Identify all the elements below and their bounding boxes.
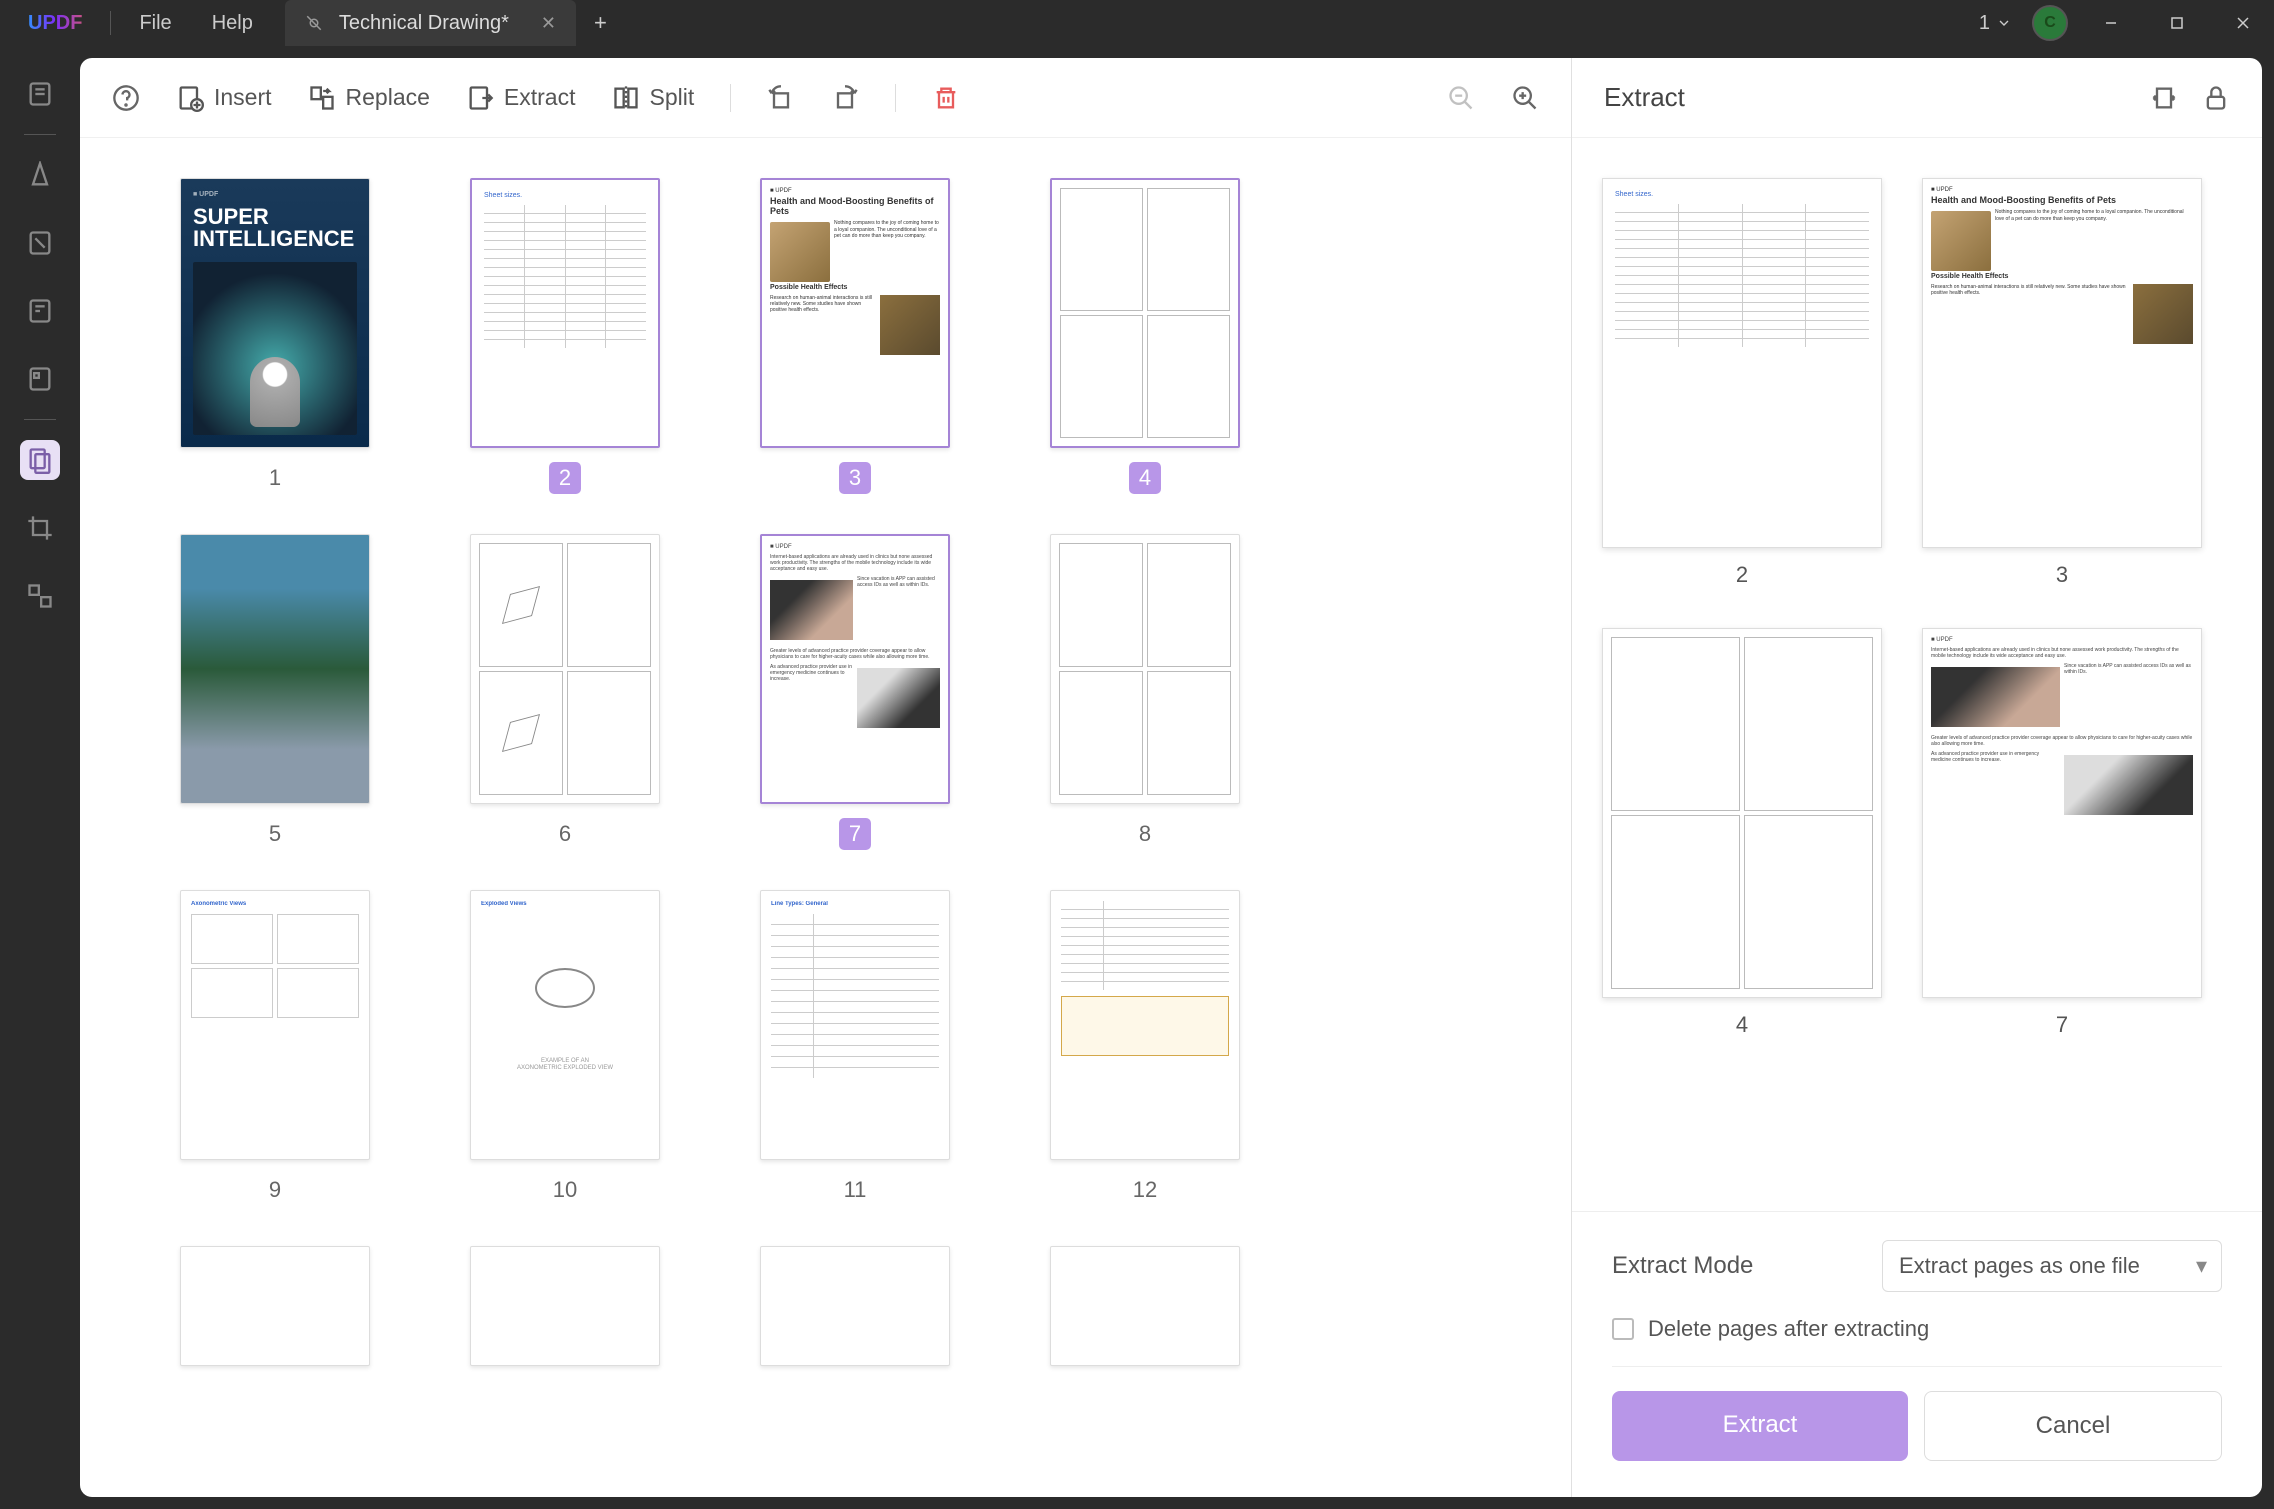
chevron-down-icon	[1996, 15, 2012, 31]
page-number: 1	[259, 462, 291, 494]
page-thumbnail[interactable]: 6	[470, 534, 660, 850]
page-number: 11	[839, 1174, 871, 1206]
extract-mode-label: Extract Mode	[1612, 1252, 1753, 1280]
extract-thumbnail[interactable]: ■ UPDFInternet-based applications are al…	[1922, 628, 2202, 1038]
menu-file[interactable]: File	[119, 12, 191, 35]
delete-after-label: Delete pages after extracting	[1648, 1316, 1929, 1342]
rotate-right-icon[interactable]	[831, 84, 859, 112]
organizer-toolbar: Insert Replace Extract Split	[80, 58, 1571, 138]
page-thumbnail[interactable]: Exploded ViewsEXAMPLE OF ANAXONOMETRIC E…	[470, 890, 660, 1206]
page-thumbnail[interactable]: Line Types: General11	[760, 890, 950, 1206]
separator	[24, 134, 56, 135]
page-number: 7	[839, 818, 871, 850]
extract-footer: Extract Mode Extract pages as one file D…	[1572, 1211, 2262, 1497]
minimize-button[interactable]	[2088, 0, 2134, 46]
extract-cancel-button[interactable]: Cancel	[1924, 1391, 2222, 1461]
insert-icon	[176, 84, 204, 112]
page-thumbnail[interactable]: 8	[1050, 534, 1240, 850]
fit-width-icon[interactable]	[2150, 84, 2178, 112]
page-number: 3	[839, 462, 871, 494]
page-thumbnail[interactable]: Sheet sizes.2	[470, 178, 660, 494]
user-avatar[interactable]: C	[2032, 5, 2068, 41]
insert-button[interactable]: Insert	[176, 84, 272, 112]
delete-after-checkbox[interactable]	[1612, 1318, 1634, 1340]
extract-panel-header: Extract	[1572, 58, 2262, 138]
page-thumbnail[interactable]: ■ UPDFInternet-based applications are al…	[760, 534, 950, 850]
page-thumbnail[interactable]	[470, 1246, 660, 1366]
page-number: 4	[1129, 462, 1161, 494]
page-number: 12	[1129, 1174, 1161, 1206]
extract-thumbnail[interactable]: ■ UPDFHealth and Mood-Boosting Benefits …	[1922, 178, 2202, 588]
separator	[110, 11, 111, 35]
separator	[895, 84, 896, 112]
replace-icon	[308, 84, 336, 112]
zoom-in-icon[interactable]	[1511, 84, 1539, 112]
page-thumbnail[interactable]: 4	[1050, 178, 1240, 494]
rotate-left-icon[interactable]	[767, 84, 795, 112]
page-number: 6	[549, 818, 581, 850]
tab-close-button[interactable]: ✕	[525, 13, 556, 34]
page-thumbnail[interactable]	[760, 1246, 950, 1366]
extract-icon	[466, 84, 494, 112]
lock-icon[interactable]	[2202, 84, 2230, 112]
page-thumbnail[interactable]: ■ UPDFSUPER INTELLIGENCE1	[180, 178, 370, 494]
separator	[730, 84, 731, 112]
extract-confirm-button[interactable]: Extract	[1612, 1391, 1908, 1461]
tab-counter[interactable]: 1	[1979, 12, 2012, 35]
page-number: 4	[1736, 1012, 1748, 1038]
menu-help[interactable]: Help	[192, 12, 273, 35]
document-tab[interactable]: Technical Drawing* ✕	[285, 0, 576, 46]
page-number: 5	[259, 818, 291, 850]
split-button[interactable]: Split	[612, 84, 695, 112]
sidebar-compress-icon[interactable]	[20, 576, 60, 616]
replace-button[interactable]: Replace	[308, 84, 430, 112]
page-number: 3	[2056, 562, 2068, 588]
sidebar-organize-icon[interactable]	[20, 440, 60, 480]
sidebar-edit-icon[interactable]	[20, 223, 60, 263]
sidebar-crop-icon[interactable]	[20, 508, 60, 548]
extract-mode-select[interactable]: Extract pages as one file	[1882, 1240, 2222, 1292]
tab-doc-icon	[305, 14, 323, 32]
main-area: Insert Replace Extract Split	[0, 46, 2274, 1509]
page-organizer: Insert Replace Extract Split	[80, 58, 1572, 1497]
app-logo: UPDF	[8, 12, 102, 35]
left-sidebar	[0, 58, 80, 1497]
new-tab-button[interactable]: +	[576, 10, 625, 36]
split-icon	[612, 84, 640, 112]
extract-button[interactable]: Extract	[466, 84, 576, 112]
page-thumbnail[interactable]	[1050, 1246, 1240, 1366]
titlebar: UPDF File Help Technical Drawing* ✕ + 1 …	[0, 0, 2274, 46]
maximize-button[interactable]	[2154, 0, 2200, 46]
page-number: 8	[1129, 818, 1161, 850]
extract-panel-title: Extract	[1604, 82, 1685, 113]
close-button[interactable]	[2220, 0, 2266, 46]
page-number: 2	[1736, 562, 1748, 588]
sidebar-reader-icon[interactable]	[20, 74, 60, 114]
zoom-out-icon[interactable]	[1447, 84, 1475, 112]
page-thumbnail[interactable]: 5	[180, 534, 370, 850]
page-thumbnail[interactable]: Axonometric Views9	[180, 890, 370, 1206]
divider	[1612, 1366, 2222, 1367]
extract-panel: Extract Sheet sizes.2■ UPDFHealth and Mo…	[1572, 58, 2262, 1497]
page-number: 9	[259, 1174, 291, 1206]
extract-thumbnail[interactable]: 4	[1602, 628, 1882, 1038]
sidebar-text-icon[interactable]	[20, 291, 60, 331]
page-number: 2	[549, 462, 581, 494]
page-thumbnail[interactable]: 12	[1050, 890, 1240, 1206]
sidebar-comment-icon[interactable]	[20, 155, 60, 195]
delete-icon[interactable]	[932, 84, 960, 112]
page-thumbnail[interactable]: ■ UPDFHealth and Mood-Boosting Benefits …	[760, 178, 950, 494]
sidebar-form-icon[interactable]	[20, 359, 60, 399]
page-number: 10	[549, 1174, 581, 1206]
thumbnail-grid: ■ UPDFSUPER INTELLIGENCE1 Sheet sizes.2 ■ …	[80, 138, 1571, 1497]
help-icon[interactable]	[112, 84, 140, 112]
page-thumbnail[interactable]	[180, 1246, 370, 1366]
separator	[24, 419, 56, 420]
extract-thumbnail[interactable]: Sheet sizes.2	[1602, 178, 1882, 588]
page-number: 7	[2056, 1012, 2068, 1038]
extract-thumbs: Sheet sizes.2■ UPDFHealth and Mood-Boost…	[1572, 138, 2262, 1211]
tab-title: Technical Drawing*	[339, 12, 509, 35]
content-wrap: Insert Replace Extract Split	[80, 58, 2262, 1497]
